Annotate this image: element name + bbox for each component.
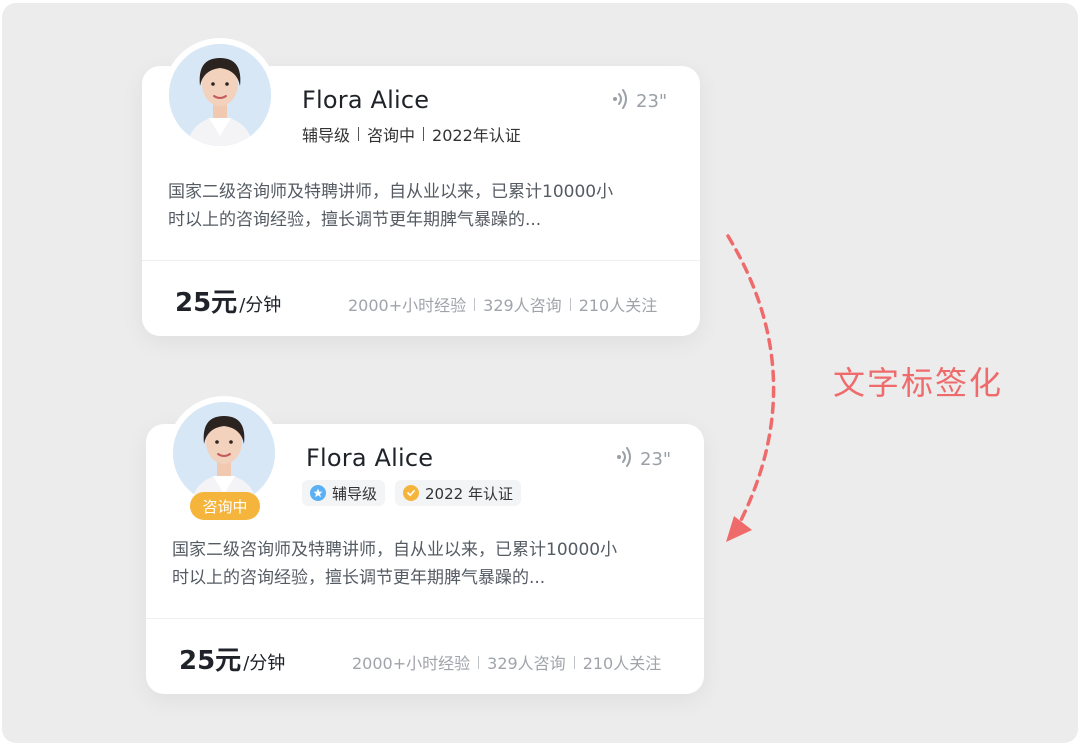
description-line: 国家二级咨询师及特聘讲师，自从业以来，已累计10000小 xyxy=(168,182,614,202)
stat-followers: 210人关注 xyxy=(578,296,658,315)
certification-tag-label: 2022 年认证 xyxy=(425,484,513,503)
description-line: 国家二级咨询师及特聘讲师，自从业以来，已累计10000小 xyxy=(172,540,618,560)
level-tag-label: 辅导级 xyxy=(332,484,378,503)
card-divider xyxy=(142,260,700,261)
price: 25元 /分钟 xyxy=(179,640,285,677)
annotation-label: 文字标签化 xyxy=(833,364,1004,402)
avatar[interactable] xyxy=(173,402,275,504)
consultant-description: 国家二级咨询师及特聘讲师，自从业以来，已累计10000小 时以上的咨询经验，擅长… xyxy=(172,536,692,592)
stat-consultations: 329人咨询 xyxy=(483,296,562,315)
stat-separator xyxy=(478,655,480,669)
price-value: 25元 xyxy=(175,288,238,318)
price-unit: /分钟 xyxy=(239,295,282,316)
stat-hours: 2000+小时经验 xyxy=(352,654,471,673)
level-tag: 辅导级 xyxy=(302,480,386,506)
consultant-stats: 2000+小时经验 329人咨询 210人关注 xyxy=(348,292,657,316)
consultant-tags: 辅导级 2022 年认证 xyxy=(302,480,521,506)
consultant-meta: 辅导级 咨询中 2022年认证 xyxy=(302,122,521,146)
voice-duration[interactable]: 23" xyxy=(616,446,671,473)
stat-consultations: 329人咨询 xyxy=(487,654,566,673)
voice-duration[interactable]: 23" xyxy=(612,88,667,115)
certification-text: 2022年认证 xyxy=(432,126,521,145)
description-line: 时以上的咨询经验，擅长调节更年期脾气暴躁的... xyxy=(172,568,546,588)
card-divider xyxy=(146,618,704,619)
meta-separator xyxy=(423,127,425,141)
avatar[interactable] xyxy=(169,44,271,146)
stat-separator xyxy=(569,297,571,311)
stat-hours: 2000+小时经验 xyxy=(348,296,467,315)
avatar-frame xyxy=(163,38,277,152)
price: 25元 /分钟 xyxy=(175,282,281,319)
consultant-name: Flora Alice xyxy=(306,444,434,472)
consultant-description: 国家二级咨询师及特聘讲师，自从业以来，已累计10000小 时以上的咨询经验，擅长… xyxy=(168,178,688,234)
status-text: 咨询中 xyxy=(367,126,416,145)
certification-tag: 2022 年认证 xyxy=(395,480,521,506)
transform-arrow xyxy=(726,234,776,542)
status-badge: 咨询中 xyxy=(190,492,260,520)
stat-followers: 210人关注 xyxy=(582,654,662,673)
voice-wave-icon xyxy=(612,88,630,115)
duration-text: 23" xyxy=(636,91,668,112)
star-badge-icon xyxy=(310,485,326,501)
price-value: 25元 xyxy=(179,646,242,676)
canvas: Flora Alice 辅导级 咨询中 2022年认证 23" 国家二级咨询师及… xyxy=(0,0,1080,745)
voice-wave-icon xyxy=(616,446,634,473)
meta-separator xyxy=(358,127,360,141)
price-unit: /分钟 xyxy=(243,653,286,674)
consultant-name: Flora Alice xyxy=(302,86,430,114)
stat-separator xyxy=(474,297,476,311)
description-line: 时以上的咨询经验，擅长调节更年期脾气暴躁的... xyxy=(168,210,542,230)
duration-text: 23" xyxy=(640,449,672,470)
level-text: 辅导级 xyxy=(302,126,351,145)
consultant-stats: 2000+小时经验 329人咨询 210人关注 xyxy=(352,650,661,674)
stat-separator xyxy=(573,655,575,669)
check-badge-icon xyxy=(403,485,420,501)
